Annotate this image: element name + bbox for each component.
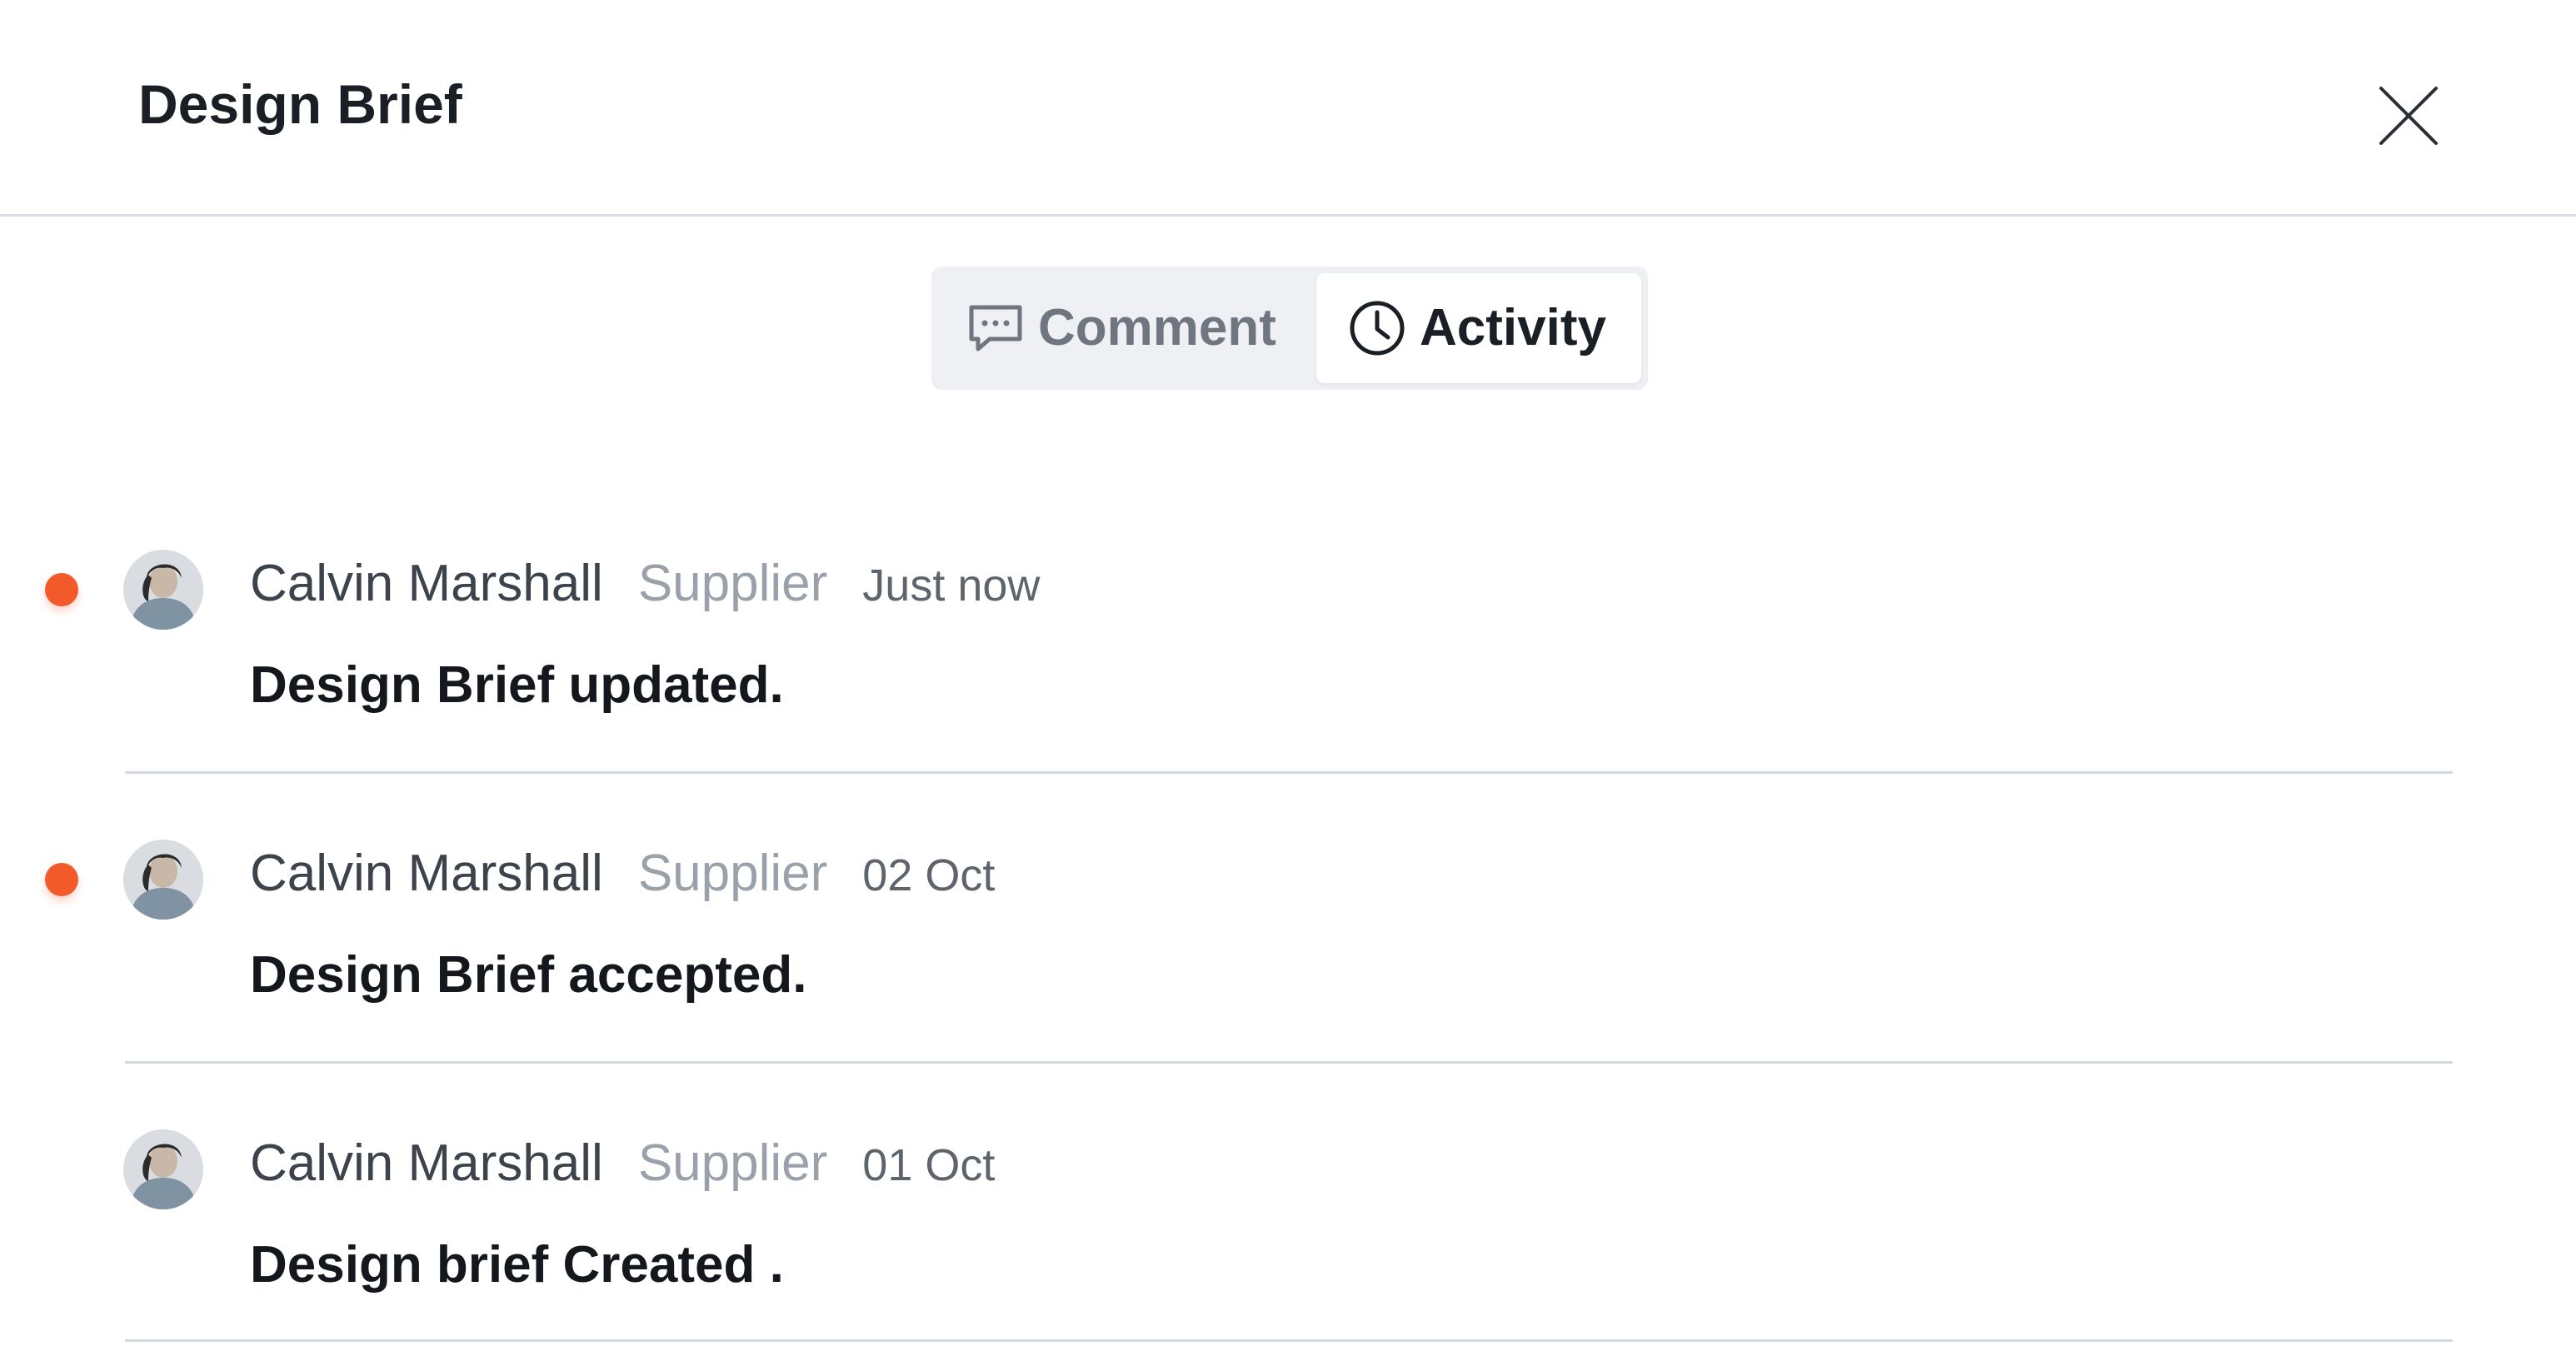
comment-icon: [969, 305, 1022, 351]
close-icon: [2379, 87, 2438, 145]
avatar-image: [123, 840, 203, 920]
unread-dot: [45, 863, 78, 896]
tab-comment[interactable]: Comment: [965, 273, 1315, 383]
panel-title: Design Brief: [138, 73, 462, 135]
unread-dot: [45, 573, 78, 606]
tab-activity-label: Activity: [1420, 299, 1606, 356]
tab-activity[interactable]: Activity: [1316, 273, 1641, 383]
activity-item: Calvin Marshall Supplier 02 Oct Design B…: [0, 790, 2576, 1078]
activity-time: 01 Oct: [862, 1140, 996, 1190]
activity-message: Design brief Created .: [250, 1236, 784, 1294]
tab-switcher: Comment Activity: [931, 267, 1648, 390]
divider: [125, 1061, 2453, 1064]
panel-header: Design Brief: [0, 0, 2576, 217]
divider: [125, 771, 2453, 774]
design-brief-panel: Design Brief Comment Activity Calvin Mar…: [0, 0, 2576, 1346]
avatar: [123, 1129, 203, 1209]
author-name[interactable]: Calvin Marshall: [250, 1138, 603, 1189]
divider: [125, 1339, 2453, 1342]
author-role: Supplier: [637, 1134, 828, 1192]
activity-meta: Calvin Marshall Supplier Just now: [250, 558, 1040, 610]
avatar-image: [123, 1129, 203, 1209]
activity-meta: Calvin Marshall Supplier 02 Oct: [250, 848, 995, 900]
activity-item: Calvin Marshall Supplier 01 Oct Design b…: [0, 1079, 2576, 1346]
clock-icon: [1350, 301, 1405, 356]
activity-time: Just now: [862, 561, 1041, 611]
close-button[interactable]: [2376, 83, 2441, 148]
activity-item: Calvin Marshall Supplier Just now Design…: [0, 500, 2576, 788]
author-role: Supplier: [637, 555, 828, 612]
author-role: Supplier: [637, 845, 828, 902]
activity-time: 02 Oct: [862, 850, 996, 900]
activity-meta: Calvin Marshall Supplier 01 Oct: [250, 1138, 995, 1189]
author-name[interactable]: Calvin Marshall: [250, 558, 603, 610]
tab-comment-label: Comment: [1038, 299, 1276, 356]
avatar: [123, 840, 203, 920]
avatar: [123, 550, 203, 630]
activity-message: Design Brief updated.: [250, 656, 784, 714]
avatar-image: [123, 550, 203, 630]
author-name[interactable]: Calvin Marshall: [250, 848, 603, 900]
activity-message: Design Brief accepted.: [250, 946, 807, 1004]
